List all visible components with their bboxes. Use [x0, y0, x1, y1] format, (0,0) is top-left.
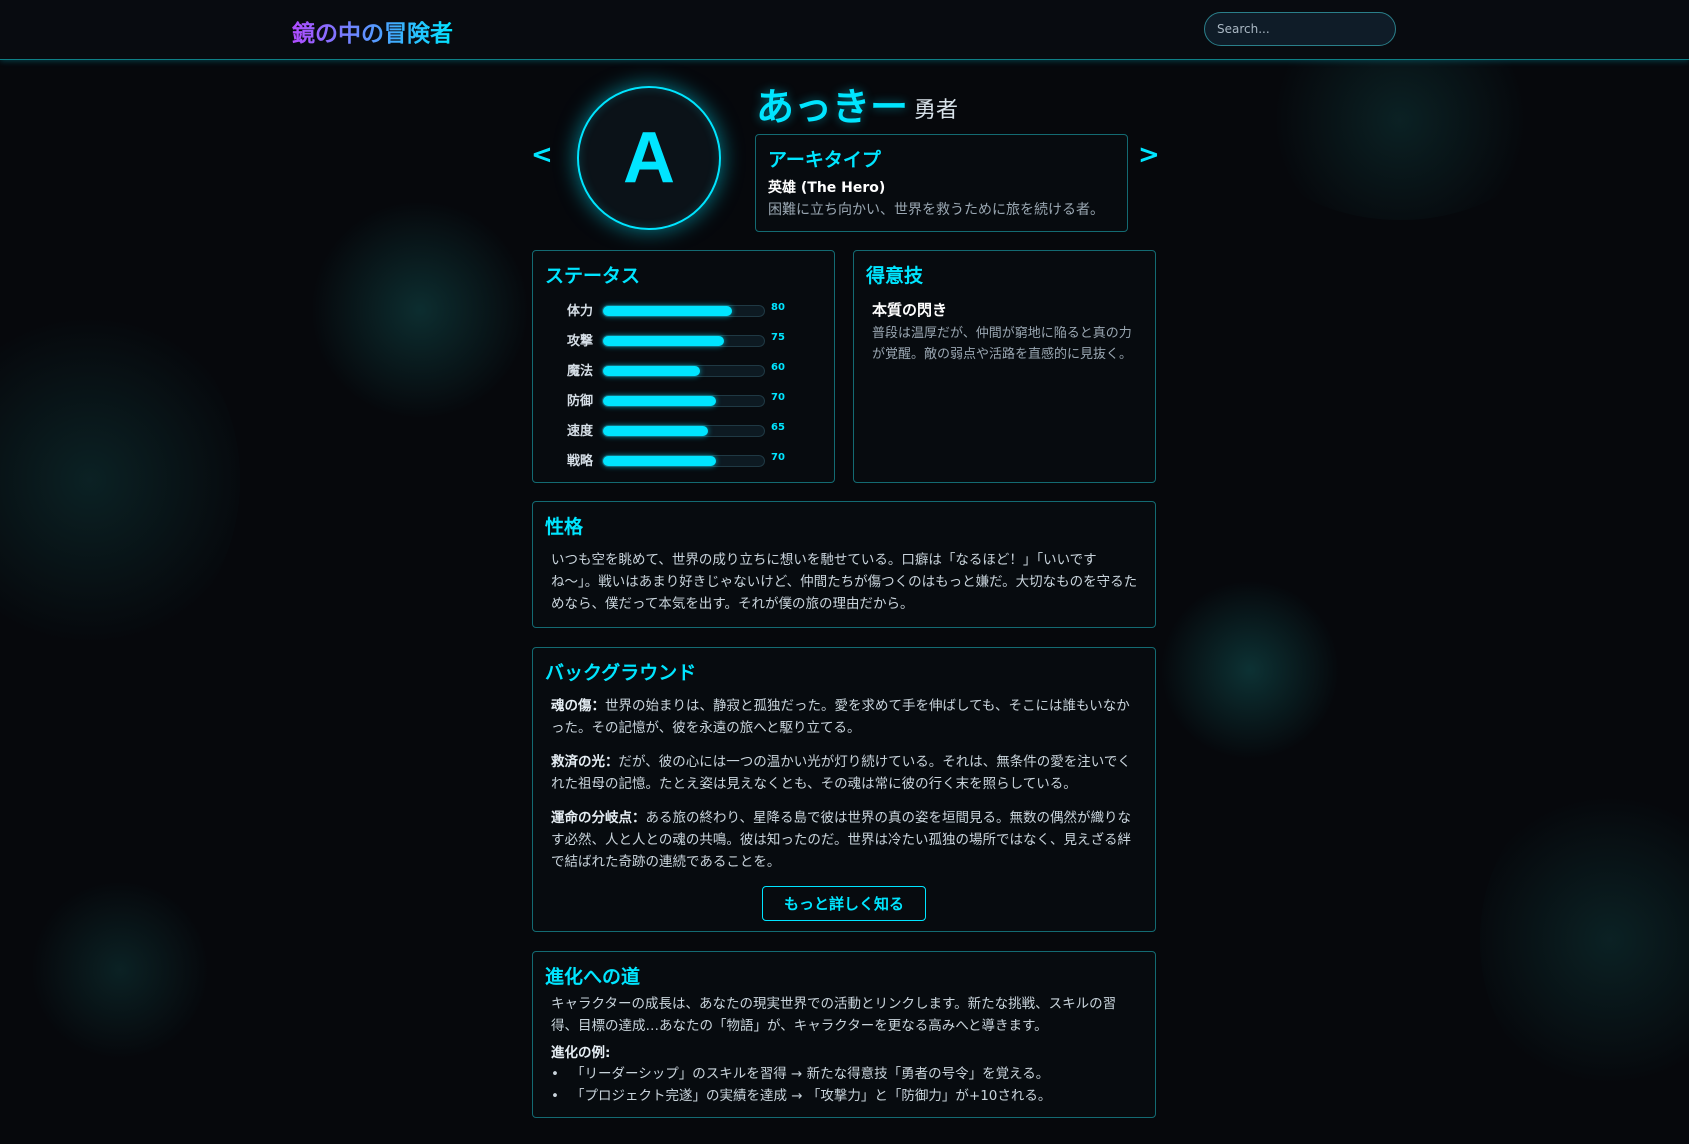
avatar: A — [577, 86, 721, 230]
background-panel: バックグラウンド 魂の傷：世界の始まりは、静寂と孤独だった。愛を求めて手を伸ばし… — [532, 647, 1156, 932]
background-paragraph-text: だが、彼の心には一つの温かい光が灯り続けている。それは、無条件の愛を注いでくれた… — [551, 754, 1131, 792]
bg-glow — [310, 200, 530, 420]
stat-bar — [602, 365, 765, 377]
avatar-initial: A — [623, 118, 675, 198]
stat-bar — [602, 305, 765, 317]
stat-label: 速度 — [567, 424, 594, 439]
skill-heading: 得意技 — [866, 265, 924, 287]
personality-panel: 性格 いつも空を眺めて、世界の成り立ちに想いを馳せている。口癖は「なるほど！」「… — [532, 501, 1156, 628]
skill-description: 普段は温厚だが、仲間が窮地に陥ると真の力が覚醒。敵の弱点や活路を直感的に見抜く。 — [872, 326, 1133, 362]
personality-heading: 性格 — [545, 516, 584, 538]
archetype-panel: アーキタイプ 英雄 (The Hero) 困難に立ち向かい、世界を救うために旅を… — [755, 134, 1128, 232]
stat-row: 防御 70 — [567, 390, 817, 410]
bg-glow — [1160, 580, 1340, 760]
stat-bar — [602, 335, 765, 347]
evolution-examples-list: 「リーダーシップ」のスキルを習得 → 新たな得意技「勇者の号令」を覚える。 「プ… — [551, 1063, 1143, 1107]
top-header: 鏡の中の冒険者 — [0, 0, 1689, 60]
bg-glow — [1480, 780, 1689, 1100]
stat-bar-fill — [603, 456, 716, 466]
stat-bar — [602, 425, 765, 437]
stat-label: 戦略 — [567, 454, 594, 469]
stat-bar — [602, 395, 765, 407]
character-name: あっきー — [756, 85, 909, 129]
stat-row: 速度 65 — [567, 420, 817, 440]
background-paragraph: 救済の光：だが、彼の心には一つの温かい光が灯り続けている。それは、無条件の愛を注… — [551, 751, 1143, 795]
stat-label: 攻撃 — [567, 334, 594, 349]
stat-bar-fill — [603, 366, 700, 376]
bg-glow — [30, 880, 210, 1060]
background-paragraph-label: 運命の分岐点： — [551, 810, 646, 826]
stat-bar-fill — [603, 396, 716, 406]
stat-bar-fill — [603, 336, 724, 346]
background-heading: バックグラウンド — [545, 662, 697, 684]
stat-bar-fill — [603, 306, 732, 316]
list-item: 「プロジェクト完遂」の実績を達成 → 「攻撃力」と「防御力」が+10される。 — [551, 1085, 1143, 1107]
stat-row: 体力 80 — [567, 300, 817, 320]
stat-value: 65 — [771, 422, 785, 433]
background-paragraph-label: 魂の傷： — [551, 698, 605, 714]
evolution-text: キャラクターの成長は、あなたの現実世界での活動とリンクします。新たな挑戦、スキル… — [551, 996, 1117, 1034]
stat-label: 魔法 — [567, 364, 594, 379]
evolution-panel: 進化への道 キャラクターの成長は、あなたの現実世界での活動とリンクします。新たな… — [532, 951, 1156, 1118]
learn-more-button[interactable]: もっと詳しく知る — [762, 886, 926, 921]
evolution-heading: 進化への道 — [545, 966, 641, 988]
skill-name: 本質の閃き — [872, 301, 948, 319]
stat-label: 防御 — [567, 394, 594, 409]
stat-bar-fill — [603, 426, 708, 436]
stat-value: 70 — [771, 452, 785, 463]
bg-glow — [0, 300, 240, 660]
stat-value: 80 — [771, 302, 785, 313]
background-paragraph: 運命の分岐点：ある旅の終わり、星降る島で彼は世界の真の姿を垣間見る。無数の偶然が… — [551, 807, 1143, 873]
site-title[interactable]: 鏡の中の冒険者 — [292, 14, 453, 48]
skill-panel: 得意技 本質の閃き 普段は温厚だが、仲間が窮地に陥ると真の力が覚醒。敵の弱点や活… — [853, 250, 1156, 483]
character-class: 勇者 — [914, 98, 959, 123]
stat-label: 体力 — [567, 304, 594, 319]
background-paragraph: 魂の傷：世界の始まりは、静寂と孤独だった。愛を求めて手を伸ばしても、そこには誰も… — [551, 695, 1143, 739]
search-input[interactable] — [1204, 12, 1396, 46]
background-paragraph-label: 救済の光： — [551, 754, 619, 770]
next-character-button[interactable]: > — [1138, 140, 1160, 170]
stat-row: 戦略 70 — [567, 450, 817, 470]
archetype-description: 困難に立ち向かい、世界を救うために旅を続ける者。 — [768, 202, 1104, 218]
list-item: 「リーダーシップ」のスキルを習得 → 新たな得意技「勇者の号令」を覚える。 — [551, 1063, 1143, 1085]
status-heading: ステータス — [545, 265, 641, 287]
background-paragraph-text: 世界の始まりは、静寂と孤独だった。愛を求めて手を伸ばしても、そこには誰もいなかっ… — [551, 698, 1130, 736]
stat-value: 75 — [771, 332, 785, 343]
stat-bar — [602, 455, 765, 467]
stat-row: 魔法 60 — [567, 360, 817, 380]
stat-value: 70 — [771, 392, 785, 403]
archetype-heading: アーキタイプ — [768, 149, 881, 171]
status-panel: ステータス 体力 80 攻撃 75 魔法 60 防御 70 速度 65 戦略 70 — [532, 250, 835, 483]
stat-row: 攻撃 75 — [567, 330, 817, 350]
prev-character-button[interactable]: < — [531, 140, 553, 170]
archetype-name: 英雄 (The Hero) — [768, 180, 886, 196]
evolution-examples-title: 進化の例: — [551, 1045, 611, 1061]
personality-text: いつも空を眺めて、世界の成り立ちに想いを馳せている。口癖は「なるほど！」「いいで… — [551, 552, 1138, 612]
stat-value: 60 — [771, 362, 785, 373]
